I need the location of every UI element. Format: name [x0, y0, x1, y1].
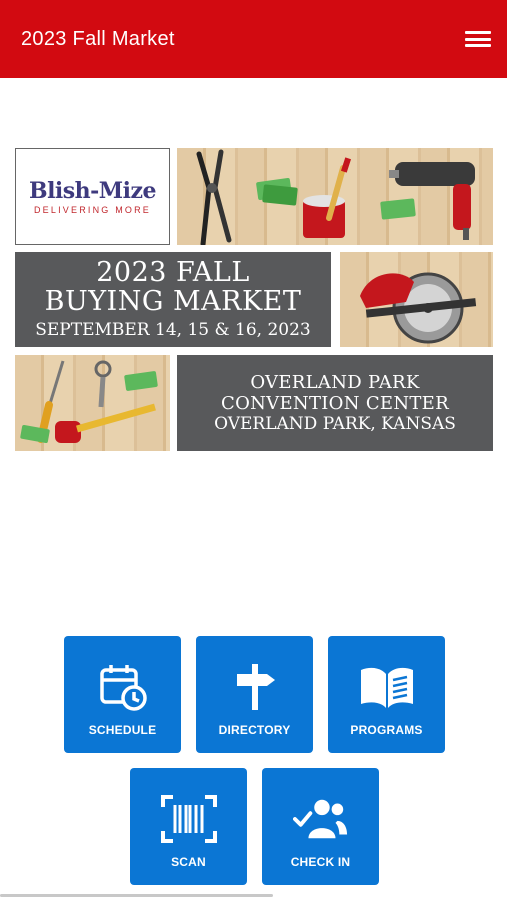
pliers-icon [196, 149, 232, 245]
venue-location: OVERLAND PARK, KANSAS [214, 414, 456, 434]
scroll-indicator [0, 894, 273, 897]
venue-name-line1: OVERLAND PARK [250, 372, 420, 393]
schedule-label: SCHEDULE [88, 723, 157, 737]
directory-button[interactable]: DIRECTORY [196, 636, 313, 753]
circular-saw-icon [360, 272, 477, 344]
event-title-line2: BUYING MARKET [44, 286, 302, 317]
app-header: 2023 Fall Market [0, 0, 507, 78]
calendar-clock-icon [95, 660, 151, 714]
check-in-label: CHECK IN [290, 855, 351, 869]
tools-illustration [177, 148, 493, 245]
event-banner: Blish-Mize DELIVERING MORE 2023 FALL BUY… [15, 148, 493, 451]
app-title: 2023 Fall Market [21, 27, 175, 50]
logo-tagline: DELIVERING MORE [33, 205, 151, 215]
directory-label: DIRECTORY [218, 723, 291, 737]
venue-name-line2: CONVENTION CENTER [221, 393, 449, 414]
barcode-scan-icon [160, 792, 217, 846]
event-title-panel: 2023 FALL BUYING MARKET SEPTEMBER 14, 15… [15, 252, 331, 347]
programs-button[interactable]: PROGRAMS [328, 636, 445, 753]
venue-panel: OVERLAND PARK CONVENTION CENTER OVERLAND… [177, 355, 493, 451]
brand-logo: Blish-Mize DELIVERING MORE [15, 148, 170, 245]
event-title-line1: 2023 FALL [96, 257, 250, 288]
signpost-icon [227, 660, 283, 714]
paint-can-icon [303, 157, 352, 238]
open-book-icon [359, 660, 415, 714]
logo-name: Blish-Mize [28, 178, 157, 204]
programs-label: PROGRAMS [350, 723, 423, 737]
schedule-button[interactable]: SCHEDULE [64, 636, 181, 753]
hand-tools-illustration [15, 355, 170, 451]
people-check-icon [292, 792, 349, 846]
pipe-cutter-icon [94, 360, 112, 408]
tape-measure-icon [55, 403, 156, 443]
check-in-button[interactable]: CHECK IN [262, 768, 379, 885]
scan-label: SCAN [171, 855, 206, 869]
saw-illustration [340, 252, 493, 347]
scan-button[interactable]: SCAN [130, 768, 247, 885]
cash-icon [20, 371, 158, 444]
event-dates: SEPTEMBER 14, 15 & 16, 2023 [35, 320, 311, 340]
hamburger-menu-icon[interactable] [465, 29, 491, 49]
